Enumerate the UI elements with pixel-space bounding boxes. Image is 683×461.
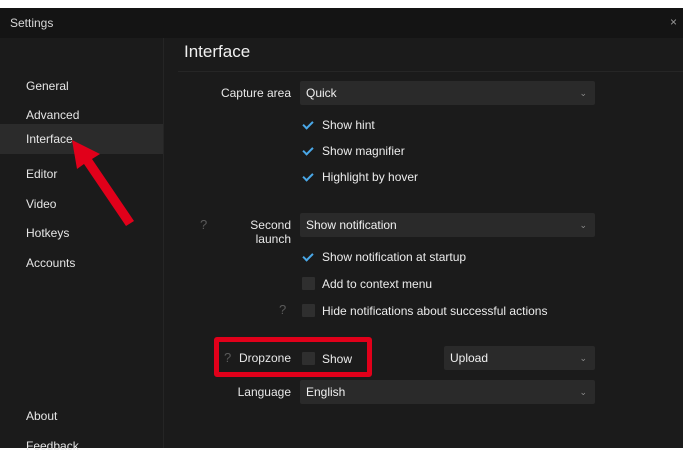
annotation-arrow-shape — [72, 140, 134, 226]
annotation-arrow-icon — [72, 140, 134, 226]
